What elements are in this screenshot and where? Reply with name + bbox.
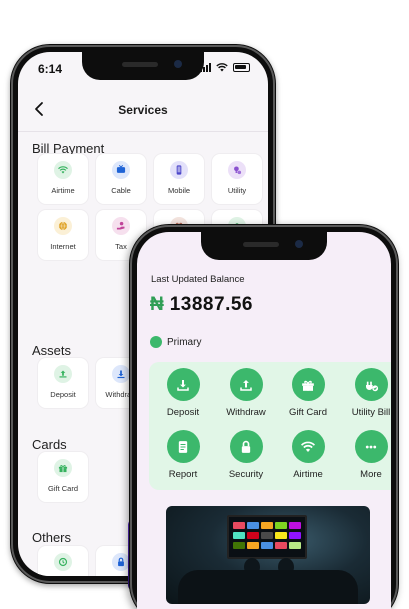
history-icon <box>54 553 72 571</box>
report-icon <box>166 430 200 463</box>
hand-coin-icon <box>112 217 130 235</box>
action-label: Gift Card <box>288 407 327 418</box>
utility-bill-icon <box>354 368 388 401</box>
action-utility-bill-button[interactable]: Utility Bill <box>340 368 391 418</box>
account-name: Primary <box>167 336 202 348</box>
service-tile-label: Gift Card <box>47 484 78 493</box>
tv-image <box>227 515 307 559</box>
phone-icon <box>170 161 188 179</box>
action-label: Deposit <box>166 407 200 418</box>
nav-bar: Services <box>18 88 268 132</box>
action-label: Withdraw <box>226 407 266 418</box>
wallet-screen: Last Updated Balance ₦ 13887.56 Primary … <box>137 232 391 609</box>
withdraw-icon <box>229 368 263 401</box>
action-label: Airtime <box>293 469 323 480</box>
balance-amount: 13887.56 <box>169 294 253 315</box>
section-title-cards: Cards <box>32 437 67 452</box>
action-deposit-button[interactable]: Deposit <box>152 368 214 418</box>
upload-icon <box>54 365 72 383</box>
service-tile-airtime[interactable]: Airtime <box>38 154 88 204</box>
page-title: Services <box>118 102 168 117</box>
action-label: Report <box>168 469 198 480</box>
balance-row: ₦ 13887.56 <box>150 294 253 316</box>
front-phone-frame: Last Updated Balance ₦ 13887.56 Primary … <box>129 224 399 609</box>
wifi-status-icon <box>216 63 228 72</box>
service-tile-label: Internet <box>50 242 76 251</box>
action-withdraw-button[interactable]: Withdraw <box>215 368 277 418</box>
action-airtime-button[interactable]: Airtime <box>277 430 339 480</box>
action-security-button[interactable]: Security <box>215 430 277 480</box>
gift-icon <box>54 459 72 477</box>
battery-icon <box>233 63 250 72</box>
back-arrow-icon[interactable] <box>30 99 50 119</box>
globe-icon <box>54 217 72 235</box>
section-title-assets: Assets <box>32 343 72 358</box>
service-tile-label: Deposit <box>50 390 76 399</box>
phone-notch <box>201 232 327 260</box>
account-dot-icon <box>150 336 162 348</box>
service-tile-item-0[interactable] <box>38 546 88 576</box>
tv-icon <box>112 161 130 179</box>
service-tile-label: Cable <box>111 186 131 195</box>
wifi-icon <box>291 430 325 463</box>
deposit-icon <box>166 368 200 401</box>
bulb-icon <box>228 161 246 179</box>
gift-icon <box>291 368 325 401</box>
service-tile-deposit[interactable]: Deposit <box>38 358 88 408</box>
service-tile-label: Mobile <box>167 186 191 195</box>
service-tile-cable[interactable]: Cable <box>96 154 146 204</box>
signal-icon <box>200 63 211 72</box>
wifi-icon <box>54 161 72 179</box>
phone-notch <box>82 52 204 80</box>
service-tile-gift-card[interactable]: Gift Card <box>38 452 88 502</box>
balance-label: Last Updated Balance <box>151 274 245 285</box>
service-tile-internet[interactable]: Internet <box>38 210 88 260</box>
status-time: 6:14 <box>38 62 63 76</box>
action-report-button[interactable]: Report <box>152 430 214 480</box>
service-tile-label: Utility <box>227 186 247 195</box>
account-selector[interactable]: Primary <box>150 336 201 348</box>
status-icons <box>200 63 250 72</box>
section-title-others: Others <box>32 530 72 545</box>
action-label: More <box>360 469 382 480</box>
more-icon <box>354 430 388 463</box>
service-tile-label: Tax <box>115 242 127 251</box>
action-label: Security <box>228 469 264 480</box>
service-tile-utility[interactable]: Utility <box>212 154 262 204</box>
action-more-button[interactable]: More <box>340 430 391 480</box>
lock-icon <box>229 430 263 463</box>
download-icon <box>112 365 130 383</box>
service-tile-label: Airtime <box>51 186 75 195</box>
action-label: Utility Bill <box>351 407 391 418</box>
promo-banner[interactable] <box>166 506 370 604</box>
service-tile-mobile[interactable]: Mobile <box>154 154 204 204</box>
currency-symbol: ₦ <box>150 294 164 315</box>
action-gift-card-button[interactable]: Gift Card <box>277 368 339 418</box>
